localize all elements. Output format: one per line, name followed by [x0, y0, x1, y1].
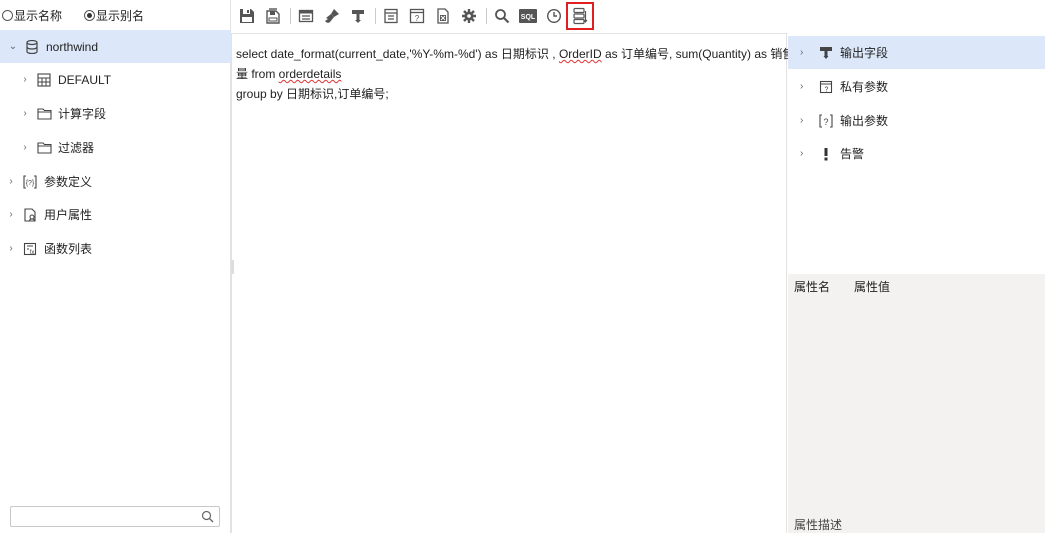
chevron-right-icon[interactable]: › [20, 74, 30, 85]
chevron-right-icon[interactable]: › [20, 142, 30, 153]
sql-format-icon[interactable] [566, 2, 594, 30]
toolbar-separator [375, 8, 376, 24]
database-icon [24, 39, 40, 55]
search-icon[interactable] [201, 510, 214, 526]
form-icon[interactable] [379, 4, 403, 28]
table-icon[interactable] [294, 4, 318, 28]
sql-text: as 订单编号, sum(Quantity) as 销售 [601, 47, 795, 61]
chevron-right-icon[interactable]: › [800, 115, 810, 126]
tree-item-param-definitions[interactable]: › {?} 参数定义 [0, 165, 231, 198]
tree-item-label: northwind [46, 39, 99, 54]
radio-circle-checked[interactable] [84, 9, 96, 21]
output-param-icon: ? [818, 113, 834, 129]
chevron-right-icon[interactable]: › [800, 47, 810, 58]
sql-text-flagged: OrderID [558, 47, 602, 61]
chevron-right-icon[interactable]: › [20, 108, 30, 119]
tree-item-label: 私有参数 [840, 80, 889, 94]
svg-text:?: ? [415, 14, 420, 23]
property-description: 属性描述 [794, 518, 843, 532]
radio-show-alias[interactable]: 显示别名 [84, 7, 144, 24]
tree-item-label: 参数定义 [44, 175, 93, 189]
tree-item-calculated-fields[interactable]: › 计算字段 [0, 97, 231, 130]
user-attr-icon [22, 207, 38, 223]
tree-item-label: 函数列表 [44, 242, 93, 256]
output-field-icon [818, 45, 834, 61]
radio-label: 显示别名 [96, 8, 145, 23]
display-mode-radio-group: 显示名称 显示别名 [0, 0, 231, 30]
tree-item-function-list[interactable]: › fx 函数列表 [0, 232, 231, 265]
property-header: 属性名 属性值 [794, 278, 914, 295]
svg-text:?: ? [823, 117, 828, 127]
sql-text: 量 from [236, 67, 279, 81]
tree-item-label: 用户属性 [44, 208, 93, 222]
tree-item-private-params[interactable]: › ? 私有参数 [788, 70, 1045, 103]
export-icon[interactable] [431, 4, 455, 28]
property-value-header: 属性值 [854, 280, 891, 294]
toolbar-separator [486, 8, 487, 24]
save-as-icon[interactable] [261, 4, 285, 28]
tree-item-label: DEFAULT [58, 72, 112, 87]
radio-show-name[interactable]: 显示名称 [2, 7, 62, 24]
right-panel: › 输出字段 › ? 私有参数 › ? 输出参数 › 告警 属性名 属性值 属性… [788, 33, 1045, 533]
folder-icon [36, 140, 52, 156]
radio-circle[interactable] [2, 9, 13, 21]
tree-item-label: 计算字段 [58, 107, 107, 121]
chevron-down-icon[interactable]: ⌄ [8, 41, 18, 52]
search-input[interactable] [10, 506, 220, 527]
tree-item-alerts[interactable]: › 告警 [788, 137, 1045, 170]
tree-item-label: 过滤器 [58, 141, 95, 155]
tree-item-filters[interactable]: › 过滤器 [0, 131, 231, 164]
svg-text:SQL: SQL [521, 14, 536, 21]
output-tree: › 输出字段 › ? 私有参数 › ? 输出参数 › 告警 [788, 33, 1045, 274]
chevron-right-icon[interactable]: › [6, 176, 16, 187]
chevron-right-icon[interactable]: › [800, 81, 810, 92]
clock-icon[interactable] [542, 4, 566, 28]
private-param-icon: ? [818, 79, 834, 95]
svg-text:{?}: {?} [26, 180, 35, 187]
tree-item-label: 告警 [840, 147, 865, 161]
function-list-icon: fx [22, 241, 38, 257]
alert-icon [818, 146, 834, 162]
svg-text:fx: fx [30, 250, 35, 256]
tree-item-default[interactable]: › DEFAULT [0, 63, 231, 96]
folder-icon [36, 106, 52, 122]
chevron-right-icon[interactable]: › [800, 148, 810, 159]
chevron-right-icon[interactable]: › [6, 209, 16, 220]
param-icon[interactable]: ? [405, 4, 429, 28]
param-def-icon: {?} [22, 174, 38, 190]
sql-editor[interactable]: select date_format(current_date,'%Y-%m-%… [231, 33, 794, 533]
property-name-header: 属性名 [794, 280, 831, 294]
sql-icon[interactable]: SQL [516, 4, 540, 28]
toolbar: ? SQL [232, 0, 1045, 32]
save-icon[interactable] [235, 4, 259, 28]
tree-item-label: 输出字段 [840, 46, 889, 60]
tree-item-northwind[interactable]: ⌄ northwind [0, 30, 231, 63]
tree-item-output-params[interactable]: › ? 输出参数 [788, 104, 1045, 137]
sql-text-flagged: orderdetails [278, 67, 342, 81]
left-panel: 显示名称 显示别名 ⌄ northwind › DEFAULT › 计算字段 ›… [0, 0, 231, 533]
tree-item-output-fields[interactable]: › 输出字段 [788, 36, 1045, 69]
sql-line-3: group by 日期标识,订单编号; [236, 82, 782, 106]
table-grid-icon [36, 72, 52, 88]
panel-splitter[interactable] [231, 260, 234, 274]
chevron-right-icon[interactable]: › [6, 243, 16, 254]
tree-item-user-attributes[interactable]: › 用户属性 [0, 198, 231, 231]
tree-item-label: 输出参数 [840, 114, 889, 128]
search-icon[interactable] [490, 4, 514, 28]
brush-icon[interactable] [320, 4, 344, 28]
svg-text:?: ? [825, 86, 829, 93]
sql-text: select date_format(current_date,'%Y-%m-%… [236, 47, 559, 61]
gear-icon[interactable] [457, 4, 481, 28]
radio-label: 显示名称 [14, 8, 63, 23]
toolbar-separator [290, 8, 291, 24]
output-field-icon[interactable] [346, 4, 370, 28]
sql-text: group by 日期标识,订单编号; [236, 87, 389, 101]
